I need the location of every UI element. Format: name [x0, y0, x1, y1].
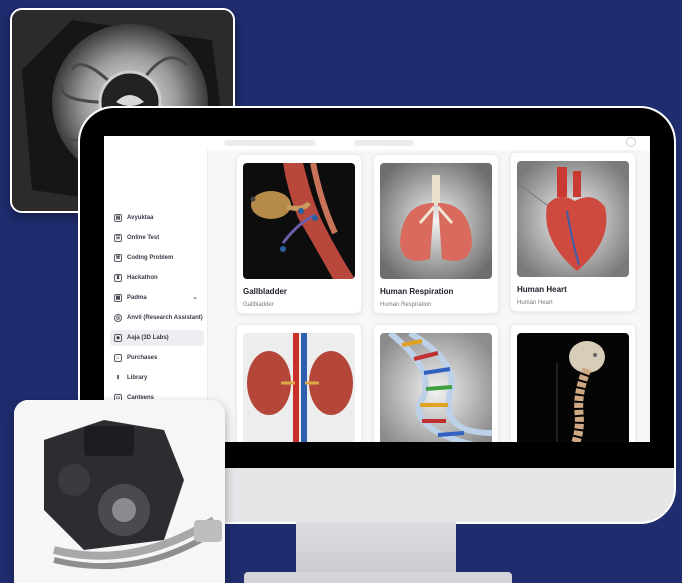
grid-icon: ▦ — [114, 294, 122, 302]
engine-photo — [14, 400, 225, 583]
sidebar: ▤ Avyuktaa ☰ Online Test ⌘ Coding Proble… — [104, 150, 208, 442]
card-title: Human Heart — [517, 285, 567, 294]
sidebar-item-online-test[interactable]: ☰ Online Test — [110, 230, 204, 246]
engine-illustration — [14, 400, 225, 583]
card-title: Gallbladder — [243, 287, 288, 296]
card-gallbladder[interactable]: Gallbladder Gallbladder — [236, 154, 362, 314]
card-subtitle: Gallbladder — [243, 302, 274, 308]
sidebar-item-label: Purchases — [127, 355, 158, 361]
sidebar-item-padma[interactable]: ▦ Padma ⌄ — [110, 290, 204, 306]
sidebar-item-purchases[interactable]: ⌂ Purchases — [110, 350, 204, 366]
document-icon: ▤ — [114, 214, 122, 222]
trophy-icon: ♜ — [114, 274, 122, 282]
kidneys-image — [243, 333, 355, 442]
sidebar-item-label: Padma — [127, 295, 147, 301]
sidebar-item-label: Coding Problem — [127, 255, 174, 261]
sidebar-item-label: Anvil (Research Assistant) — [127, 315, 203, 321]
card-dna[interactable] — [373, 324, 499, 442]
card-kidneys[interactable] — [236, 324, 362, 442]
sidebar-item-label: Online Test — [127, 235, 160, 241]
top-bar — [104, 136, 650, 150]
sidebar-item-library[interactable]: ⫴ Library — [110, 370, 204, 386]
app-screen: ▤ Avyuktaa ☰ Online Test ⌘ Coding Proble… — [104, 136, 650, 442]
skull-spine-image — [517, 333, 629, 442]
sidebar-item-aaja[interactable]: ◈ Aaja (3D Labs) — [110, 330, 204, 346]
test-icon: ☰ — [114, 234, 122, 242]
card-title: Human Respiration — [380, 287, 454, 296]
card-human-respiration[interactable]: Human Respiration Human Respiration — [373, 154, 499, 314]
card-skeleton[interactable] — [510, 324, 636, 442]
monitor-stand-base — [244, 572, 512, 583]
heart-image — [517, 161, 629, 277]
profile-icon[interactable] — [626, 137, 636, 147]
filter-bar[interactable] — [354, 140, 414, 146]
card-human-heart[interactable]: Human Heart Human Heart — [510, 152, 636, 312]
lungs-image — [380, 163, 492, 279]
code-icon: ⌘ — [114, 254, 122, 262]
sidebar-item-label: Library — [127, 375, 148, 381]
sidebar-item-label: Aaja (3D Labs) — [127, 335, 169, 341]
research-icon: ◎ — [114, 314, 122, 322]
cube-icon: ◈ — [114, 334, 122, 342]
chevron-down-icon: ⌄ — [192, 294, 198, 301]
dna-image — [380, 333, 492, 442]
sidebar-item-avyuktaa[interactable]: ▤ Avyuktaa — [110, 210, 204, 226]
gallbladder-image — [243, 163, 355, 279]
sidebar-item-hackathon[interactable]: ♜ Hackathon — [110, 270, 204, 286]
library-icon: ⫴ — [116, 374, 120, 381]
sidebar-item-anvil[interactable]: ◎ Anvil (Research Assistant) — [110, 310, 204, 326]
bag-icon: ⌂ — [114, 354, 122, 362]
sidebar-item-label: Hackathon — [127, 275, 158, 281]
sidebar-item-label: Avyuktaa — [127, 215, 154, 221]
card-subtitle: Human Heart — [517, 300, 553, 306]
search-bar[interactable] — [224, 140, 316, 146]
card-subtitle: Human Respiration — [380, 302, 432, 308]
sidebar-item-coding-problem[interactable]: ⌘ Coding Problem — [110, 250, 204, 266]
